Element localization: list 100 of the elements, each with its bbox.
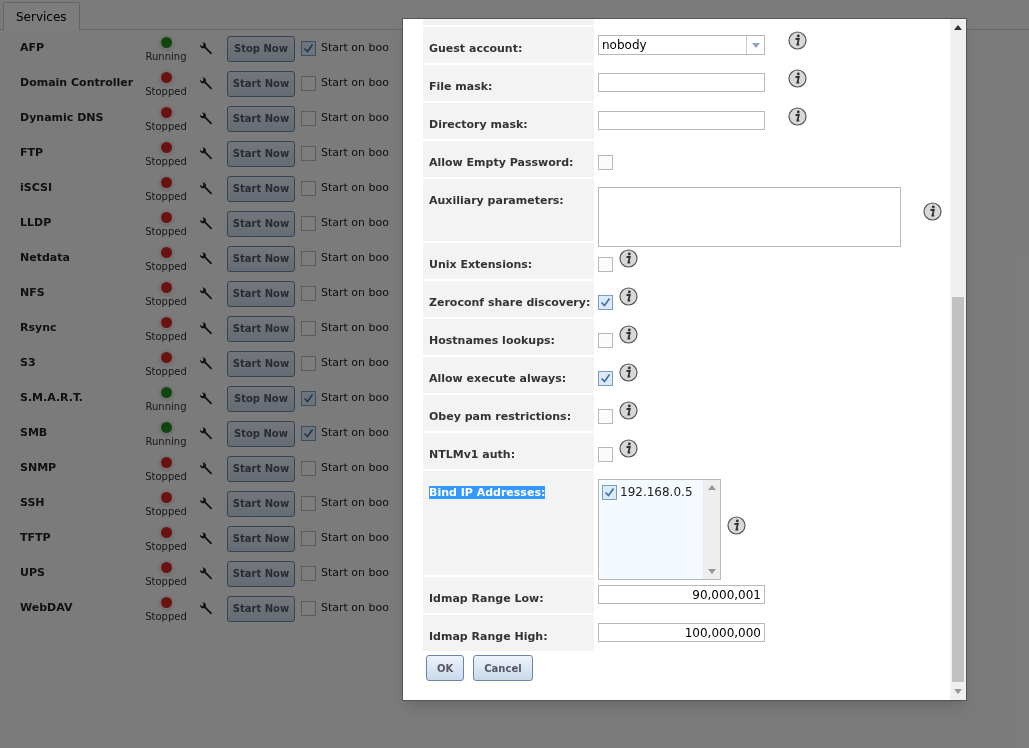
wrench-icon[interactable] [198, 180, 214, 197]
status-text: Stopped [145, 259, 187, 273]
service-name: SMB [19, 425, 49, 442]
checkbox[interactable] [598, 295, 613, 310]
info-icon[interactable] [788, 107, 807, 126]
checkbox[interactable] [301, 41, 316, 56]
status-text: Stopped [145, 504, 187, 518]
service-toggle-button[interactable]: Start Now [227, 175, 295, 202]
checkbox[interactable] [301, 531, 316, 546]
service-toggle-button[interactable]: Stop Now [227, 385, 295, 412]
dialog-button[interactable]: OK [426, 655, 465, 681]
info-icon[interactable] [619, 401, 638, 420]
info-icon[interactable] [619, 287, 638, 306]
checkbox[interactable] [301, 146, 316, 161]
wrench-icon[interactable] [198, 110, 214, 127]
checkbox[interactable] [598, 447, 613, 462]
dialog-scrollbar[interactable] [950, 19, 966, 700]
field-label: Obey pam restrictions: [429, 410, 572, 423]
service-toggle-button[interactable]: Start Now [227, 350, 295, 377]
wrench-icon[interactable] [198, 145, 214, 162]
scroll-up-arrow-icon[interactable] [954, 25, 962, 30]
service-toggle-button[interactable]: Start Now [227, 105, 295, 132]
service-toggle-button[interactable]: Start Now [227, 490, 295, 517]
wrench-icon[interactable] [198, 600, 214, 617]
service-toggle-button[interactable]: Start Now [227, 210, 295, 237]
wrench-icon[interactable] [198, 285, 214, 302]
checkbox[interactable] [301, 356, 316, 371]
guest-account-select[interactable]: nobody [598, 35, 765, 55]
field-label: Zeroconf share discovery: [429, 296, 591, 309]
wrench-icon[interactable] [198, 75, 214, 92]
info-icon[interactable] [619, 363, 638, 382]
wrench-icon[interactable] [198, 320, 214, 337]
ip-address-option[interactable]: 192.168.0.5 [620, 483, 693, 501]
wrench-icon[interactable] [198, 355, 214, 372]
field-label: Auxiliary parameters: [429, 194, 564, 207]
info-icon[interactable] [788, 31, 807, 50]
checkbox[interactable] [598, 155, 613, 170]
scrollbar[interactable] [703, 480, 720, 579]
wrench-icon[interactable] [198, 215, 214, 232]
wrench-icon[interactable] [198, 565, 214, 582]
start-on-boot-label: Start on boo [321, 285, 389, 302]
field-label: Unix Extensions: [429, 258, 533, 271]
wrench-icon[interactable] [198, 495, 214, 512]
checkbox[interactable] [301, 111, 316, 126]
checkbox[interactable] [301, 601, 316, 616]
checkbox[interactable] [301, 286, 316, 301]
service-toggle-button[interactable]: Start Now [227, 595, 295, 622]
service-toggle-button[interactable]: Start Now [227, 525, 295, 552]
wrench-icon[interactable] [198, 390, 214, 407]
service-toggle-button[interactable]: Stop Now [227, 420, 295, 447]
status-text: Stopped [145, 119, 187, 133]
checkbox[interactable] [301, 181, 316, 196]
info-icon[interactable] [788, 69, 807, 88]
checkbox[interactable] [301, 461, 316, 476]
service-name: iSCSI [19, 180, 53, 197]
wrench-icon[interactable] [198, 40, 214, 57]
service-toggle-button[interactable]: Start Now [227, 70, 295, 97]
service-toggle-button[interactable]: Start Now [227, 315, 295, 342]
checkbox[interactable] [598, 257, 613, 272]
checkbox[interactable] [301, 321, 316, 336]
checkbox[interactable] [301, 391, 316, 406]
scroll-down-arrow-icon[interactable] [954, 689, 962, 694]
info-icon[interactable] [619, 249, 638, 268]
text-field[interactable] [598, 111, 765, 130]
checkbox[interactable] [301, 566, 316, 581]
checkbox[interactable] [301, 251, 316, 266]
info-icon[interactable] [727, 516, 746, 535]
checkbox[interactable] [301, 216, 316, 231]
checkbox[interactable] [602, 484, 617, 500]
status-text: Stopped [145, 329, 187, 343]
info-icon[interactable] [923, 202, 942, 221]
scroll-down-arrow-icon[interactable] [707, 569, 716, 574]
wrench-icon[interactable] [198, 250, 214, 267]
service-toggle-button[interactable]: Start Now [227, 455, 295, 482]
checkbox[interactable] [598, 371, 613, 386]
checkbox[interactable] [598, 333, 613, 348]
service-toggle-button[interactable]: Stop Now [227, 35, 295, 62]
start-on-boot-label: Start on boo [321, 250, 389, 267]
info-icon[interactable] [619, 325, 638, 344]
checkbox[interactable] [301, 426, 316, 441]
start-on-boot-label: Start on boo [321, 75, 389, 92]
text-field[interactable]: 100,000,000 [598, 623, 765, 642]
wrench-icon[interactable] [198, 530, 214, 547]
service-toggle-button[interactable]: Start Now [227, 140, 295, 167]
tab[interactable]: Services [3, 2, 80, 31]
text-field[interactable]: 90,000,001 [598, 585, 765, 604]
status-text: Stopped [145, 609, 187, 623]
status-text: Running [145, 434, 187, 448]
dialog-button[interactable]: Cancel [473, 655, 533, 681]
wrench-icon[interactable] [198, 425, 214, 442]
wrench-icon[interactable] [198, 460, 214, 477]
service-toggle-button[interactable]: Start Now [227, 560, 295, 587]
checkbox[interactable] [598, 409, 613, 424]
ip-address-list[interactable]: 192.168.0.5 [598, 479, 721, 580]
info-icon[interactable] [619, 439, 638, 458]
checkbox[interactable] [301, 496, 316, 511]
text-field[interactable] [598, 73, 765, 92]
service-toggle-button[interactable]: Start Now [227, 245, 295, 272]
service-toggle-button[interactable]: Start Now [227, 280, 295, 307]
checkbox[interactable] [301, 76, 316, 91]
